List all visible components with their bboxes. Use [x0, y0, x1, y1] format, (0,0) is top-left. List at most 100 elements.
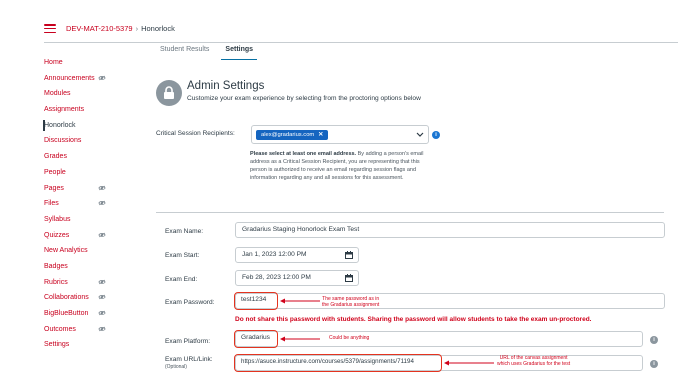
- sidebar-item-modules[interactable]: Modules: [44, 88, 122, 104]
- password-annotation: The same password as in the Gradarius ass…: [322, 296, 379, 308]
- exam-name-field[interactable]: Gradarius Staging Honorlock Exam Test: [235, 222, 665, 238]
- exam-url-label: Exam URL/Link: (Optional): [165, 356, 213, 370]
- tab-student-results[interactable]: Student Results: [160, 45, 209, 61]
- hidden-eye-icon: [98, 185, 106, 190]
- exam-end-label: Exam End:: [165, 276, 198, 283]
- remove-recipient-icon[interactable]: ✕: [318, 132, 323, 138]
- sidebar-item-outcomes[interactable]: Outcomes: [44, 324, 122, 340]
- hidden-eye-icon: [98, 279, 106, 284]
- sidebar-item-label: Grades: [44, 153, 67, 161]
- sidebar-item-label: People: [44, 168, 66, 176]
- sidebar-item-assignments[interactable]: Assignments: [44, 104, 122, 120]
- recipient-chip: alex@gradarius.com ✕: [256, 130, 329, 140]
- sidebar-item-honorlock[interactable]: Honorlock: [43, 119, 122, 136]
- exam-start-label: Exam Start:: [165, 252, 200, 259]
- sidebar-item-rubrics[interactable]: Rubrics: [44, 277, 122, 293]
- sidebar-item-label: Discussions: [44, 137, 82, 145]
- hidden-eye-icon: [98, 310, 106, 316]
- exam-url-label-text: Exam URL/Link:: [165, 356, 213, 363]
- breadcrumb: DEV-MAT-210-5379 › Honorlock: [66, 24, 175, 33]
- url-annotation-line2: which uses Gradarius for the test: [497, 361, 571, 367]
- sidebar-item-label: Outcomes: [44, 325, 76, 333]
- exam-name-label: Exam Name:: [165, 228, 204, 235]
- sidebar-item-discussions[interactable]: Discussions: [44, 135, 122, 151]
- platform-annotation: Could be anything: [329, 335, 370, 341]
- exam-start-value: Jan 1, 2023 12:00 PM: [242, 251, 307, 258]
- sidebar-item-label: Announcements: [44, 74, 95, 82]
- hamburger-menu-icon[interactable]: [44, 24, 56, 34]
- breadcrumb-course-link[interactable]: DEV-MAT-210-5379: [66, 24, 133, 33]
- info-icon[interactable]: i: [650, 336, 658, 344]
- platform-highlight: Gradarius: [234, 330, 278, 348]
- calendar-icon[interactable]: [345, 274, 353, 282]
- info-icon[interactable]: i: [650, 360, 658, 368]
- calendar-icon[interactable]: [345, 251, 353, 259]
- sidebar-item-label: Syllabus: [44, 215, 71, 223]
- sidebar-item-label: Badges: [44, 262, 68, 270]
- exam-password-label: Exam Password:: [165, 299, 215, 306]
- critical-recipients-select[interactable]: alex@gradarius.com ✕: [251, 125, 429, 144]
- hidden-eye-icon: [98, 232, 106, 237]
- sidebar-item-label: Quizzes: [44, 231, 70, 239]
- sidebar-item-quizzes[interactable]: Quizzes: [44, 230, 122, 246]
- sidebar-item-label: Collaborations: [44, 294, 89, 302]
- sidebar-item-settings[interactable]: Settings: [44, 339, 122, 355]
- sidebar-item-label: Home: [44, 59, 63, 66]
- sidebar-item-label: BigBlueButton: [44, 310, 89, 317]
- exam-start-field[interactable]: Jan 1, 2023 12:00 PM: [235, 247, 359, 263]
- breadcrumb-current: Honorlock: [141, 24, 175, 33]
- sidebar-item-bigbluebutton[interactable]: BigBlueButton: [44, 308, 122, 324]
- top-bar: DEV-MAT-210-5379 › Honorlock: [0, 0, 678, 36]
- annotation-arrow: [280, 336, 320, 342]
- sidebar-item-label: Pages: [44, 184, 64, 192]
- exam-end-value: Feb 28, 2023 12:00 PM: [242, 274, 311, 281]
- exam-platform-value: Gradarius: [241, 334, 270, 341]
- password-highlight: test1234: [234, 292, 278, 310]
- sidebar-item-new-analytics[interactable]: New Analytics: [44, 245, 122, 261]
- exam-platform-label: Exam Platform:: [165, 338, 211, 345]
- page-title: Admin Settings: [187, 80, 265, 92]
- tab-bar: Student Results Settings: [160, 45, 269, 61]
- hidden-eye-icon: [98, 326, 106, 331]
- critical-recipients-label: Critical Session Recipients:: [156, 130, 235, 137]
- page-subtitle: Customize your exam experience by select…: [187, 95, 421, 102]
- url-highlight: https://asuce.instructure.com/courses/53…: [234, 354, 442, 372]
- annotation-arrow: [444, 360, 494, 366]
- sidebar-item-people[interactable]: People: [44, 167, 122, 183]
- info-icon[interactable]: i: [432, 131, 440, 139]
- sidebar-item-badges[interactable]: Badges: [44, 261, 122, 277]
- section-divider: [156, 212, 664, 213]
- header-divider: [44, 42, 678, 43]
- password-annotation-line2: the Gradarius assignment: [322, 302, 380, 308]
- annotation-arrow: [280, 298, 320, 304]
- sidebar-item-label: Files: [44, 200, 59, 208]
- course-navigation: Home Announcements Modules Assignments Honor…: [43, 57, 122, 355]
- sidebar-item-label: Rubrics: [44, 278, 68, 286]
- password-warning: Do not share this password with students…: [235, 316, 592, 323]
- sidebar-item-home[interactable]: Home: [44, 57, 122, 73]
- hidden-eye-icon: [98, 295, 106, 300]
- sidebar-item-files[interactable]: Files: [44, 198, 122, 214]
- sidebar-item-announcements[interactable]: Announcements: [44, 73, 122, 89]
- tab-settings[interactable]: Settings: [221, 45, 257, 61]
- sidebar-item-pages[interactable]: Pages: [44, 183, 122, 199]
- sidebar-item-syllabus[interactable]: Syllabus: [44, 214, 122, 230]
- sidebar-item-grades[interactable]: Grades: [44, 151, 122, 167]
- sidebar-item-collaborations[interactable]: Collaborations: [44, 292, 122, 308]
- hidden-eye-icon: [98, 75, 106, 80]
- optional-label: (Optional): [165, 364, 187, 370]
- lock-icon: [156, 80, 182, 106]
- sidebar-item-label: Settings: [44, 341, 70, 349]
- breadcrumb-separator: ›: [135, 24, 139, 33]
- sidebar-item-label: Honorlock: [44, 121, 76, 129]
- recipient-chip-email: alex@gradarius.com: [261, 132, 315, 138]
- chevron-down-icon[interactable]: [416, 132, 424, 138]
- sidebar-item-label: Modules: [44, 90, 71, 98]
- critical-recipients-help: Please select at least one email address…: [250, 150, 430, 182]
- sidebar-item-label: New Analytics: [44, 247, 88, 255]
- sidebar-item-label: Assignments: [44, 106, 85, 114]
- exam-url-value: https://asuce.instructure.com/courses/53…: [241, 358, 414, 365]
- help-bold-text: Please select at least one email address…: [250, 151, 357, 157]
- exam-end-field[interactable]: Feb 28, 2023 12:00 PM: [235, 270, 359, 286]
- hidden-eye-icon: [98, 200, 106, 206]
